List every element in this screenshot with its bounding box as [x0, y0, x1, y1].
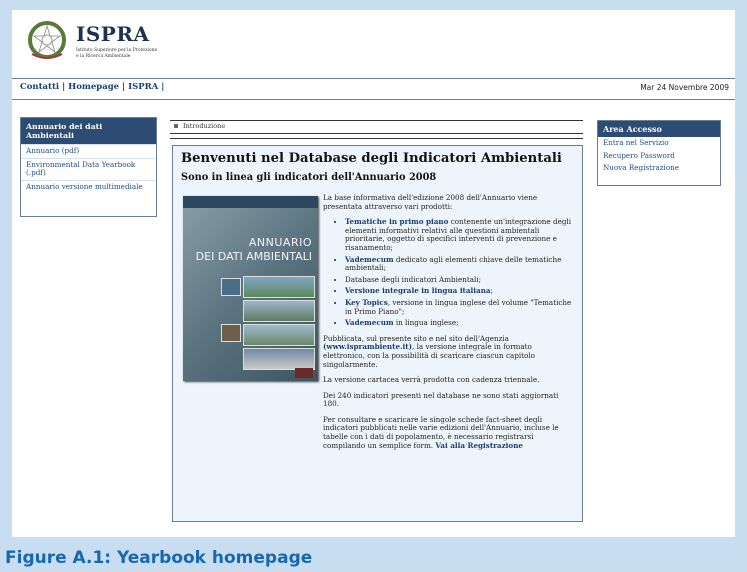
access-panel: Area Accesso Entra nel Servizio Recupero… [597, 120, 721, 186]
product-bold: Versione integrale in lingua italiana [345, 286, 491, 296]
left-menu: Annuario dei dati Ambientali Annuario (p… [20, 117, 157, 217]
link-separator: | [161, 82, 165, 92]
org-subtitle-line2: e la Ricerca Ambientale [76, 54, 131, 59]
registration-link[interactable]: Vai alla Registrazione [435, 441, 523, 450]
product-item: Database degli indicatori Ambientali; [345, 274, 575, 285]
tab-introduzione[interactable]: Introduzione [174, 122, 225, 130]
main-content: Benvenuti nel Database degli Indicatori … [172, 145, 583, 522]
cover-thumbnail [221, 278, 241, 296]
registration-paragraph: Per consultare e scaricare le singole sc… [323, 415, 575, 450]
cover-photo [243, 348, 315, 370]
link-contatti[interactable]: Contatti [20, 82, 59, 92]
product-item: Tematiche in primo piano contenente un'i… [345, 217, 575, 252]
cover-header-band [183, 196, 318, 208]
top-navbar: Contatti | Homepage | ISPRA | Mar 24 Nov… [12, 78, 735, 100]
product-item: Versione integrale in lingua italiana; [345, 287, 575, 296]
cover-title-line2: DEI DATI AMBIENTALI [195, 250, 312, 263]
breadcrumb: Introduzione [170, 120, 583, 134]
left-menu-item-yearbook-pdf[interactable]: Environmental Data Yearbook (.pdf) [21, 157, 156, 180]
left-menu-item-annuario-pdf[interactable]: Annuario (pdf) [21, 144, 156, 158]
org-name: ISPRA [76, 22, 150, 46]
product-item: Vademecum in lingua inglese; [345, 318, 575, 328]
page-title: Benvenuti nel Database degli Indicatori … [181, 151, 562, 166]
link-ispra[interactable]: ISPRA [128, 82, 158, 92]
new-registration-link[interactable]: Nuova Registrazione [598, 162, 720, 175]
cover-photo [243, 300, 315, 322]
product-desc: Database degli indicatori Ambientali; [345, 274, 482, 284]
intro-text: La base informativa dell'edizione 2008 d… [323, 193, 575, 457]
cover-logo [295, 368, 313, 378]
cover-photo [243, 324, 315, 346]
access-panel-title: Area Accesso [598, 121, 720, 137]
divider [170, 138, 583, 139]
link-homepage[interactable]: Homepage [68, 82, 119, 92]
current-date: Mar 24 Novembre 2009 [640, 83, 729, 92]
products-list: Tematiche in primo piano contenente un'i… [323, 217, 575, 328]
product-item: Vademecum dedicato agli elementi chiave … [345, 255, 575, 273]
login-link[interactable]: Entra nel Servizio [598, 137, 720, 150]
top-links: Contatti | Homepage | ISPRA | [20, 82, 164, 92]
password-recovery-link[interactable]: Recupero Password [598, 150, 720, 163]
cover-title-line1: ANNUARIO [248, 236, 312, 249]
browser-page: ISPRA Istituto Superiore per la Protezio… [12, 10, 735, 537]
print-paragraph: La versione cartacea verrà prodotta con … [323, 375, 540, 385]
indicators-paragraph: Dei 240 indicatori presenti nel database… [323, 390, 559, 409]
product-desc: ; [490, 286, 493, 296]
yearbook-cover-image: ANNUARIO DEI DATI AMBIENTALI [183, 196, 318, 381]
left-menu-title: Annuario dei dati Ambientali [21, 118, 156, 144]
emblem-icon [28, 21, 66, 59]
tab-label: Introduzione [183, 122, 226, 130]
org-subtitle: Istituto Superiore per la Protezione e l… [76, 48, 157, 60]
cover-thumbnail [221, 324, 241, 342]
product-desc: in lingua inglese; [393, 318, 459, 328]
page-subtitle: Sono in linea gli indicatori dell'Annuar… [181, 172, 437, 183]
bullet-icon [174, 124, 178, 128]
left-menu-item-multimedia[interactable]: Annuario versione multimediale [21, 179, 156, 194]
product-bold: Vademecum [345, 318, 394, 328]
intro-paragraph: La base informativa dell'edizione 2008 d… [323, 193, 538, 211]
publication-paragraph: Pubblicata, sul presente sito e nel sito… [323, 334, 575, 369]
cover-photo [243, 276, 315, 298]
product-item: Key Topics, versione in lingua inglese d… [345, 298, 575, 316]
figure-caption: Figure A.1: Yearbook homepage [5, 548, 313, 568]
